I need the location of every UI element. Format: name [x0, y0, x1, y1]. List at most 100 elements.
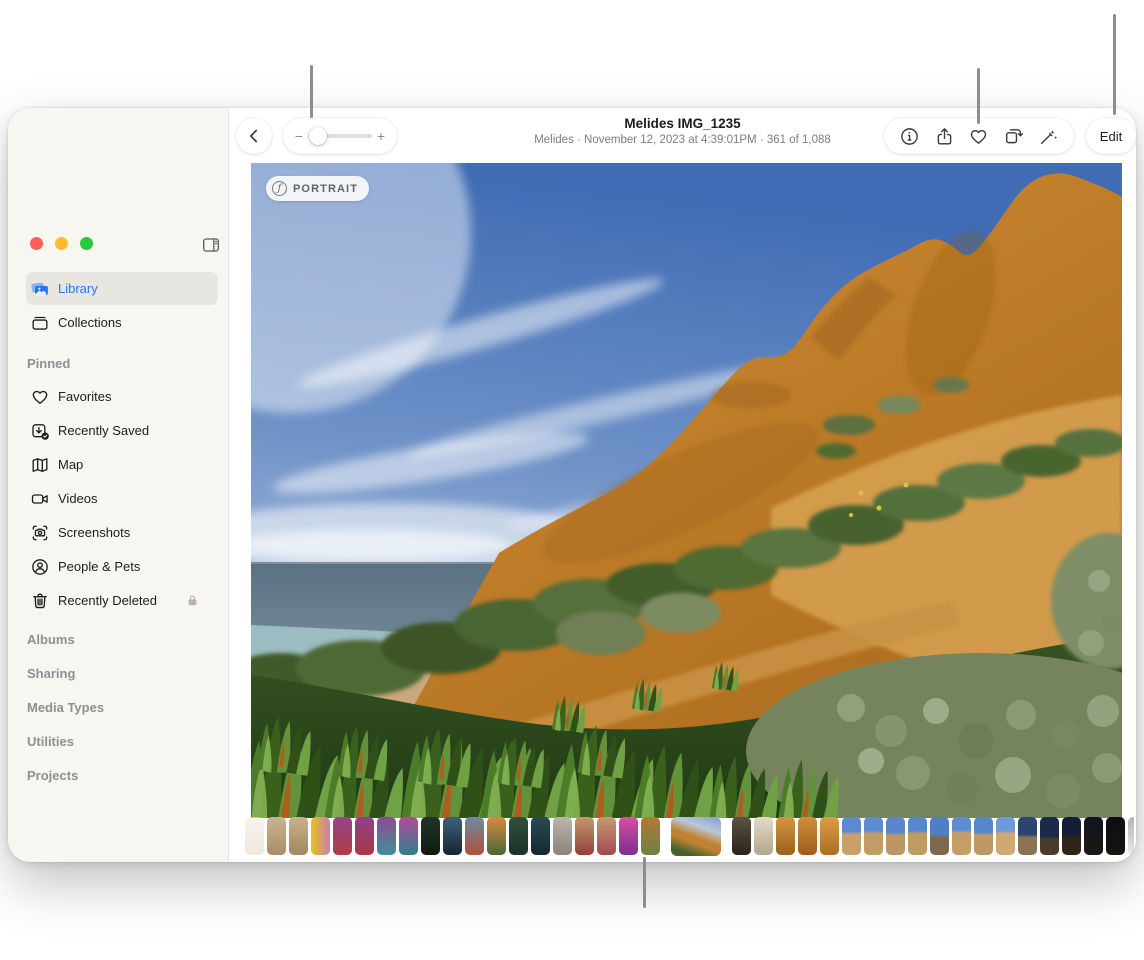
sidebar-item-label: Collections	[58, 315, 122, 330]
photos-app-window: Library Collections Pinned Favorites Recentl…	[8, 108, 1136, 862]
filmstrip-thumbnail[interactable]	[732, 817, 751, 855]
filmstrip-thumbnail[interactable]	[487, 817, 506, 855]
zoom-out-label[interactable]: −	[293, 128, 305, 144]
filmstrip-thumbnail[interactable]	[311, 817, 330, 855]
lock-icon	[185, 593, 200, 608]
callout-line-edit-button	[1113, 14, 1116, 115]
filmstrip-thumbnail[interactable]	[465, 817, 484, 855]
filmstrip-thumbnail[interactable]	[842, 817, 861, 855]
filmstrip-thumbnail[interactable]	[553, 817, 572, 855]
map-icon	[30, 455, 50, 475]
screenshots-icon	[30, 523, 50, 543]
sidebar-item-map[interactable]: Map	[26, 448, 218, 481]
sidebar-item-label: Videos	[58, 491, 98, 506]
filmstrip-thumbnail[interactable]	[267, 817, 286, 855]
filmstrip-thumbnail[interactable]	[754, 817, 773, 855]
sidebar-item-collections[interactable]: Collections	[26, 306, 218, 339]
chevron-left-icon	[244, 126, 264, 146]
filmstrip-thumbnail[interactable]	[443, 817, 462, 855]
sidebar-section-albums[interactable]: Albums	[8, 623, 228, 656]
filmstrip-thumbnail[interactable]	[531, 817, 550, 855]
filmstrip-thumbnail-selected[interactable]	[671, 817, 721, 856]
recently-saved-icon	[30, 421, 50, 441]
zoom-in-label[interactable]: +	[375, 128, 387, 144]
filmstrip-thumbnail[interactable]	[619, 817, 638, 855]
landscape-photo	[251, 163, 1122, 818]
sidebar-section-media-types[interactable]: Media Types	[8, 691, 228, 724]
auto-enhance-button[interactable]	[1036, 123, 1062, 149]
sidebar-item-videos[interactable]: Videos	[26, 482, 218, 515]
zoom-button[interactable]	[80, 237, 93, 250]
sidebar-section-utilities[interactable]: Utilities	[8, 725, 228, 758]
sidebar-section-sharing[interactable]: Sharing	[8, 657, 228, 690]
filmstrip-thumbnail[interactable]	[597, 817, 616, 855]
zoom-slider-knob[interactable]	[309, 127, 327, 145]
filmstrip-thumbnail[interactable]	[798, 817, 817, 855]
filmstrip-thumbnail[interactable]	[1106, 817, 1125, 855]
favorite-button[interactable]	[966, 123, 992, 149]
sidebar-item-label: Favorites	[58, 389, 111, 404]
toolbar: − + Melides IMG_1235 Melides · November …	[229, 108, 1136, 163]
sidebar-header-pinned: Pinned	[8, 347, 228, 380]
filmstrip-thumbnail[interactable]	[641, 817, 660, 855]
sidebar-item-label: Map	[58, 457, 83, 472]
auto-enhance-icon	[1038, 126, 1059, 147]
filmstrip-thumbnail[interactable]	[575, 817, 594, 855]
zoom-slider-track[interactable]	[308, 134, 372, 138]
rotate-button[interactable]	[1001, 123, 1027, 149]
content-area: − + Melides IMG_1235 Melides · November …	[229, 108, 1136, 862]
share-icon	[934, 126, 955, 147]
minimize-button[interactable]	[55, 237, 68, 250]
filmstrip-thumbnail[interactable]	[1018, 817, 1037, 855]
filmstrip-thumbnail[interactable]	[864, 817, 883, 855]
filmstrip-thumbnail[interactable]	[355, 817, 374, 855]
f-stop-icon: ƒ	[272, 181, 287, 196]
callout-line-filmstrip-thumbnail	[643, 857, 646, 908]
heart-icon	[30, 387, 50, 407]
sidebar-item-favorites[interactable]: Favorites	[26, 380, 218, 413]
sidebar-item-label: Recently Deleted	[58, 593, 157, 608]
filmstrip-thumbnail[interactable]	[776, 817, 795, 855]
filmstrip-thumbnail[interactable]	[952, 817, 971, 855]
filmstrip-thumbnail[interactable]	[377, 817, 396, 855]
filmstrip-thumbnail[interactable]	[908, 817, 927, 855]
sidebar-item-screenshots[interactable]: Screenshots	[26, 516, 218, 549]
filmstrip-thumbnail[interactable]	[996, 817, 1015, 855]
sidebar-toggle-button[interactable]	[199, 235, 223, 255]
filmstrip-thumbnail[interactable]	[1128, 817, 1134, 855]
filmstrip-thumbnail[interactable]	[245, 817, 264, 855]
filmstrip-thumbnail[interactable]	[974, 817, 993, 855]
filmstrip-thumbnail[interactable]	[421, 817, 440, 855]
sidebar-item-label: Library	[58, 281, 98, 296]
sidebar: Library Collections Pinned Favorites Recentl…	[8, 108, 229, 862]
sidebar-item-label: Screenshots	[58, 525, 130, 540]
filmstrip-thumbnail[interactable]	[820, 817, 839, 855]
info-button[interactable]	[896, 123, 922, 149]
filmstrip-thumbnail[interactable]	[1062, 817, 1081, 855]
close-button[interactable]	[30, 237, 43, 250]
sidebar-section-projects[interactable]: Projects	[8, 759, 228, 792]
filmstrip-thumbnail[interactable]	[333, 817, 352, 855]
zoom-slider[interactable]: − +	[283, 118, 397, 154]
filmstrip-thumbnail[interactable]	[1040, 817, 1059, 855]
favorite-icon	[968, 126, 989, 147]
filmstrip-thumbnail[interactable]	[930, 817, 949, 855]
filmstrip-thumbnail[interactable]	[509, 817, 528, 855]
collections-icon	[30, 313, 50, 333]
sidebar-item-recently-saved[interactable]: Recently Saved	[26, 414, 218, 447]
filmstrip-thumbnail[interactable]	[886, 817, 905, 855]
filmstrip-thumbnail[interactable]	[399, 817, 418, 855]
sidebar-item-people-pets[interactable]: People & Pets	[26, 550, 218, 583]
trash-icon	[30, 591, 50, 611]
sidebar-item-library[interactable]: Library	[26, 272, 218, 305]
share-button[interactable]	[931, 123, 957, 149]
edit-button[interactable]: Edit	[1086, 118, 1136, 154]
sidebar-item-recently-deleted[interactable]: Recently Deleted	[26, 584, 218, 617]
portrait-badge-label: PORTRAIT	[293, 183, 358, 195]
filmstrip-thumbnail[interactable]	[1084, 817, 1103, 855]
back-button[interactable]	[236, 118, 272, 154]
callout-line-favorite-button	[977, 68, 980, 124]
callout-line-zoom-slider	[310, 65, 313, 118]
photo-viewer[interactable]: ƒ PORTRAIT	[251, 163, 1122, 818]
filmstrip-thumbnail[interactable]	[289, 817, 308, 855]
